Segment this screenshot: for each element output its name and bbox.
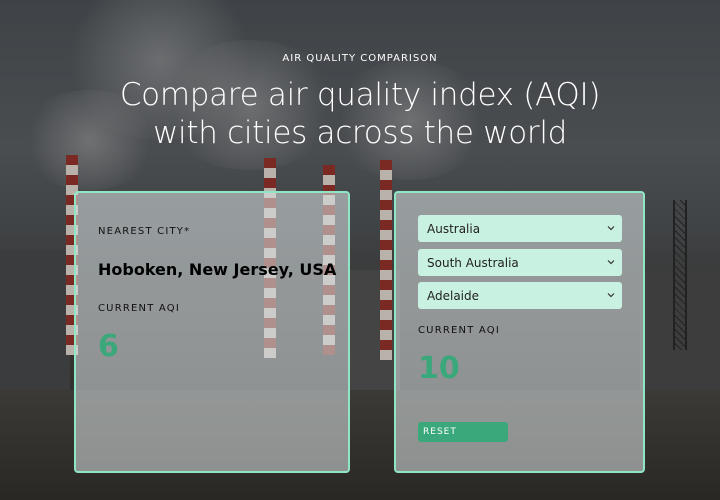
- page-title: Compare air quality index (AQI) with cit…: [0, 76, 720, 152]
- reset-button[interactable]: RESET: [418, 422, 508, 442]
- reset-button-label: RESET: [423, 427, 457, 437]
- nearest-city-card: NEAREST CITY* Hoboken, New Jersey, USA C…: [74, 191, 350, 473]
- city-select[interactable]: Adelaide: [418, 282, 622, 309]
- current-aqi-value: 6: [98, 329, 119, 364]
- compare-aqi-label: CURRENT AQI: [418, 325, 500, 336]
- country-select[interactable]: Australia: [418, 215, 622, 242]
- section-eyebrow: AIR QUALITY COMPARISON: [282, 53, 438, 64]
- chevron-down-icon: [607, 260, 615, 265]
- nearest-city-name: Hoboken, New Jersey, USA: [98, 260, 337, 279]
- compare-aqi-value: 10: [418, 351, 460, 386]
- state-select-value: South Australia: [427, 255, 519, 270]
- page-title-line-2: with cities across the world: [152, 115, 568, 151]
- compare-city-card: Australia South Australia Adelaide CURRE…: [394, 191, 645, 473]
- chevron-down-icon: [607, 293, 615, 298]
- nearest-city-label: NEAREST CITY*: [98, 226, 191, 237]
- page-title-line-1: Compare air quality index (AQI): [119, 77, 601, 113]
- country-select-value: Australia: [427, 221, 481, 236]
- hero-content: AIR QUALITY COMPARISON Compare air quali…: [0, 0, 720, 500]
- page: AIR QUALITY COMPARISON Compare air quali…: [0, 0, 720, 500]
- chevron-down-icon: [607, 226, 615, 231]
- current-aqi-label: CURRENT AQI: [98, 303, 180, 314]
- city-select-value: Adelaide: [427, 288, 480, 303]
- state-select[interactable]: South Australia: [418, 249, 622, 276]
